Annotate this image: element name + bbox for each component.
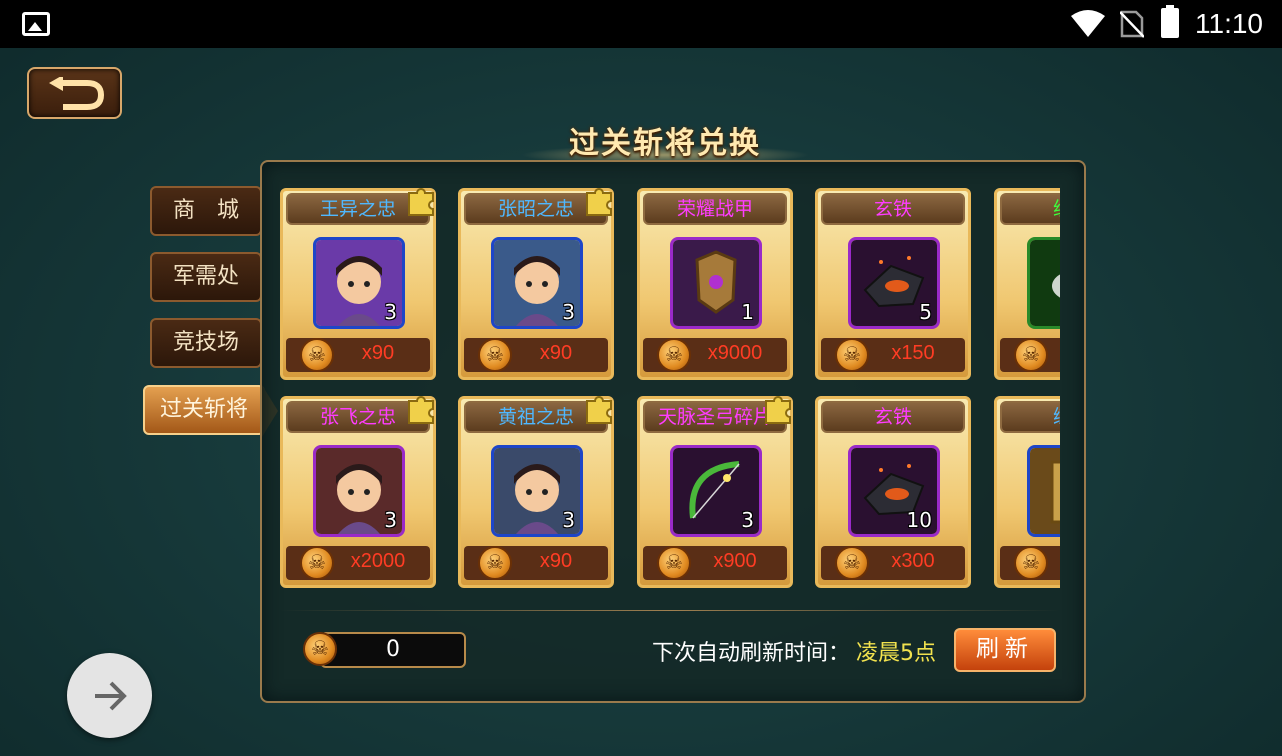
steel-icon: [1030, 240, 1060, 326]
skull-coin-icon: [303, 632, 337, 666]
item-price: x9000: [707, 342, 763, 364]
price-bar: x90: [464, 338, 608, 372]
item-grid: 王异之忠 3x90张昭之忠 3x90荣耀战甲1x9000玄铁5x150纹钢张飞之…: [280, 186, 1060, 590]
divider: [280, 610, 1060, 611]
refresh-button[interactable]: 刷新: [954, 628, 1056, 672]
item-icon-frame: 3: [670, 445, 762, 537]
image-icon: [22, 12, 50, 36]
fragment-puzzle-icon: [408, 188, 434, 216]
fragment-puzzle-icon: [408, 396, 434, 424]
item-price: x90: [361, 342, 395, 364]
skull-coin-icon: [1014, 338, 1048, 372]
item-quantity: 5: [919, 300, 932, 324]
arrow-right-icon: [95, 681, 127, 711]
wifi-icon: [1071, 10, 1105, 37]
item-quantity: 10: [906, 508, 932, 532]
item-name: 纹钢: [1000, 193, 1060, 225]
item-icon-frame: 3: [313, 445, 405, 537]
item-name: 荣耀战甲: [643, 193, 787, 225]
item-quantity: 3: [384, 300, 397, 324]
item-price: x300: [891, 550, 935, 572]
currency-balance: 0: [320, 632, 466, 668]
price-bar: x900: [643, 546, 787, 580]
refresh-time: 凌晨5点: [856, 641, 936, 666]
tab-supply[interactable]: 军需处: [150, 252, 262, 302]
next-button[interactable]: [67, 653, 152, 738]
item-name: 练兵: [1000, 401, 1060, 433]
item-quantity: 1: [741, 300, 754, 324]
exchange-item-card[interactable]: 王异之忠 3x90: [280, 188, 436, 380]
item-icon-frame: 3: [313, 237, 405, 329]
skull-coin-icon: [1014, 546, 1048, 580]
item-quantity: 3: [384, 508, 397, 532]
item-name: 玄铁: [821, 193, 965, 225]
fragment-puzzle-icon: [586, 396, 612, 424]
price-bar: [1000, 338, 1060, 372]
exchange-item-card[interactable]: 玄铁 5 x150: [815, 188, 971, 380]
item-icon-frame: [1027, 237, 1060, 329]
exchange-item-card[interactable]: 天脉圣弓碎片3x900: [637, 396, 793, 588]
item-name: 玄铁: [821, 401, 965, 433]
item-quantity: 3: [741, 508, 754, 532]
item-icon-frame: [1027, 445, 1060, 537]
price-bar: x2000: [286, 546, 430, 580]
exchange-item-card[interactable]: 练兵: [994, 396, 1060, 588]
item-quantity: 3: [562, 300, 575, 324]
exchange-item-card[interactable]: 荣耀战甲 1 x9000: [637, 188, 793, 380]
item-quantity: 3: [562, 508, 575, 532]
price-bar: x90: [286, 338, 430, 372]
item-price: x90: [539, 342, 573, 364]
fragment-puzzle-icon: [586, 188, 612, 216]
status-bar: 11:10: [0, 0, 1282, 48]
item-icon-frame: 10: [848, 445, 940, 537]
exchange-item-card[interactable]: 玄铁 10 x300: [815, 396, 971, 588]
fragment-puzzle-icon: [765, 396, 791, 424]
tab-stage-battle[interactable]: 过关斩将: [143, 385, 265, 435]
item-icon-frame: 5: [848, 237, 940, 329]
price-bar: [1000, 546, 1060, 580]
price-bar: x150: [821, 338, 965, 372]
back-button[interactable]: [27, 67, 122, 119]
refresh-label: 下次自动刷新时间：: [652, 641, 851, 666]
price-bar: x300: [821, 546, 965, 580]
item-icon-frame: 3: [491, 237, 583, 329]
clock: 11:10: [1195, 8, 1263, 39]
item-icon-frame: 1: [670, 237, 762, 329]
tab-arena[interactable]: 竞技场: [150, 318, 262, 368]
exchange-item-card[interactable]: 纹钢: [994, 188, 1060, 380]
item-icon-frame: 3: [491, 445, 583, 537]
price-bar: x90: [464, 546, 608, 580]
back-arrow-icon: [49, 77, 105, 110]
item-price: x900: [713, 550, 757, 572]
item-price: x2000: [350, 550, 406, 572]
book-icon: [1030, 448, 1060, 534]
item-price: x150: [891, 342, 935, 364]
no-sim-icon: [1120, 10, 1144, 38]
tab-shop[interactable]: 商 城: [150, 186, 262, 236]
battery-icon: [1161, 5, 1179, 38]
price-bar: x9000: [643, 338, 787, 372]
exchange-item-card[interactable]: 黄祖之忠 3x90: [458, 396, 614, 588]
item-price: x90: [539, 550, 573, 572]
page-title: 过关斩将兑换: [569, 126, 761, 161]
exchange-item-card[interactable]: 张飞之忠 3x2000: [280, 396, 436, 588]
exchange-item-card[interactable]: 张昭之忠 3x90: [458, 188, 614, 380]
